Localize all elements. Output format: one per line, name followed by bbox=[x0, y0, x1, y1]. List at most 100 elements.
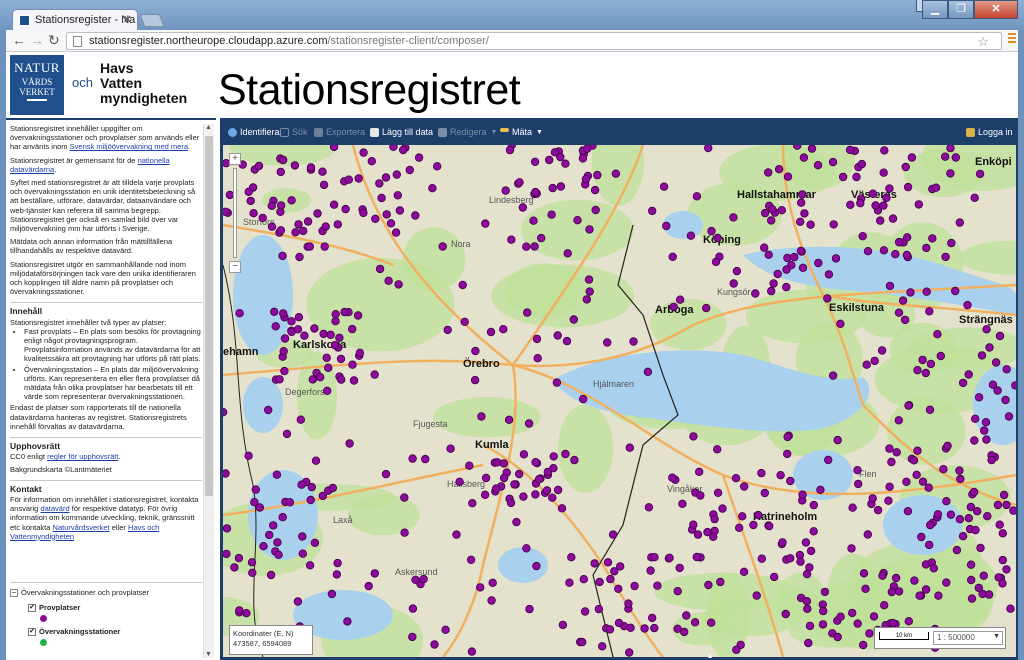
edit-button[interactable]: Redigera ▼ bbox=[438, 127, 497, 137]
reload-icon[interactable]: ↻ bbox=[48, 32, 60, 49]
station-dot[interactable] bbox=[1002, 500, 1011, 510]
station-dot[interactable] bbox=[880, 601, 889, 610]
station-dot[interactable] bbox=[891, 249, 900, 259]
station-dot[interactable] bbox=[904, 617, 913, 626]
station-dot[interactable] bbox=[982, 435, 991, 444]
station-dot[interactable] bbox=[903, 182, 913, 192]
station-dot[interactable] bbox=[270, 307, 279, 316]
station-dot[interactable] bbox=[718, 504, 727, 513]
station-dot[interactable] bbox=[891, 573, 901, 583]
station-dot[interactable] bbox=[877, 346, 887, 355]
station-dot[interactable] bbox=[947, 238, 956, 248]
browser-tab[interactable]: Stationsregister - Na ✕ bbox=[12, 9, 138, 31]
station-dot[interactable] bbox=[777, 205, 786, 215]
station-dot[interactable] bbox=[973, 507, 982, 516]
station-dot[interactable] bbox=[293, 597, 303, 606]
station-dot[interactable] bbox=[279, 155, 288, 165]
station-dot[interactable] bbox=[999, 490, 1009, 500]
station-dot[interactable] bbox=[783, 432, 792, 442]
station-dot[interactable] bbox=[264, 405, 273, 415]
station-dot[interactable] bbox=[902, 477, 911, 486]
station-dot[interactable] bbox=[266, 570, 276, 580]
station-dot[interactable] bbox=[287, 317, 296, 326]
station-dot[interactable] bbox=[625, 443, 634, 452]
station-dot[interactable] bbox=[343, 617, 352, 626]
station-dot[interactable] bbox=[939, 465, 948, 474]
station-dot[interactable] bbox=[471, 346, 480, 356]
station-dot[interactable] bbox=[375, 179, 384, 188]
station-dot[interactable] bbox=[246, 196, 255, 206]
maximize-button[interactable]: ❐ bbox=[948, 0, 974, 19]
station-dot[interactable] bbox=[859, 640, 868, 650]
station-dot[interactable] bbox=[640, 624, 649, 633]
station-dot[interactable] bbox=[323, 363, 333, 372]
login-button[interactable]: Logga in bbox=[966, 127, 1013, 137]
station-dot[interactable] bbox=[853, 466, 862, 475]
station-dot[interactable] bbox=[234, 553, 244, 563]
station-dot[interactable] bbox=[749, 520, 758, 530]
station-dot[interactable] bbox=[901, 162, 910, 172]
link-svensk-miljoovervakning[interactable]: Svensk miljöövervakning med mera bbox=[70, 142, 188, 151]
station-dot[interactable] bbox=[305, 561, 315, 570]
station-dot[interactable] bbox=[854, 479, 863, 489]
station-dot[interactable] bbox=[885, 444, 894, 453]
station-dot[interactable] bbox=[515, 469, 524, 479]
station-dot[interactable] bbox=[709, 532, 718, 541]
station-dot[interactable] bbox=[936, 351, 945, 361]
station-dot[interactable] bbox=[250, 498, 259, 507]
station-dot[interactable] bbox=[926, 359, 936, 369]
station-dot[interactable] bbox=[925, 307, 934, 316]
station-dot[interactable] bbox=[967, 594, 977, 603]
station-dot[interactable] bbox=[951, 153, 960, 162]
station-dot[interactable] bbox=[904, 401, 913, 410]
station-dot[interactable] bbox=[884, 496, 893, 505]
station-dot[interactable] bbox=[885, 184, 894, 193]
station-dot[interactable] bbox=[888, 214, 898, 223]
station-dot[interactable] bbox=[432, 162, 442, 171]
station-dot[interactable] bbox=[969, 487, 979, 497]
station-dot[interactable] bbox=[510, 480, 519, 489]
station-dot[interactable] bbox=[300, 331, 309, 340]
station-dot[interactable] bbox=[796, 217, 805, 226]
station-dot[interactable] bbox=[914, 200, 923, 209]
station-dot[interactable] bbox=[967, 575, 976, 585]
station-dot[interactable] bbox=[504, 415, 514, 424]
new-tab-button[interactable] bbox=[139, 14, 165, 27]
station-dot[interactable] bbox=[320, 242, 329, 251]
station-dot[interactable] bbox=[333, 220, 342, 229]
station-dot[interactable] bbox=[882, 193, 891, 203]
station-dot[interactable] bbox=[506, 498, 516, 508]
station-dot[interactable] bbox=[341, 204, 350, 214]
station-dot[interactable] bbox=[668, 252, 677, 261]
station-dot[interactable] bbox=[290, 161, 300, 170]
station-dot[interactable] bbox=[306, 495, 315, 505]
station-dot[interactable] bbox=[964, 370, 973, 379]
station-dot[interactable] bbox=[924, 483, 933, 492]
station-dot[interactable] bbox=[310, 538, 320, 547]
station-dot[interactable] bbox=[917, 532, 926, 542]
station-dot[interactable] bbox=[1002, 365, 1011, 374]
station-dot[interactable] bbox=[984, 590, 994, 599]
station-dot[interactable] bbox=[446, 444, 455, 453]
station-dot[interactable] bbox=[824, 270, 834, 279]
station-dot[interactable] bbox=[783, 253, 792, 263]
station-dot[interactable] bbox=[781, 609, 790, 619]
station-dot[interactable] bbox=[848, 503, 857, 512]
station-dot[interactable] bbox=[653, 581, 662, 590]
station-dot[interactable] bbox=[933, 510, 943, 519]
station-dot[interactable] bbox=[223, 469, 230, 478]
station-dot[interactable] bbox=[327, 589, 337, 599]
station-dot[interactable] bbox=[823, 294, 832, 303]
station-dot[interactable] bbox=[813, 161, 823, 170]
station-dot[interactable] bbox=[716, 577, 725, 587]
station-dot[interactable] bbox=[900, 315, 910, 325]
station-dot[interactable] bbox=[547, 210, 556, 219]
station-dot[interactable] bbox=[322, 353, 331, 362]
station-dot[interactable] bbox=[235, 308, 244, 318]
station-dot[interactable] bbox=[332, 570, 341, 579]
station-dot[interactable] bbox=[646, 566, 655, 575]
station-dot[interactable] bbox=[525, 604, 534, 614]
station-dot[interactable] bbox=[441, 625, 450, 634]
back-icon[interactable]: ← bbox=[12, 32, 26, 48]
station-dot[interactable] bbox=[291, 228, 300, 237]
